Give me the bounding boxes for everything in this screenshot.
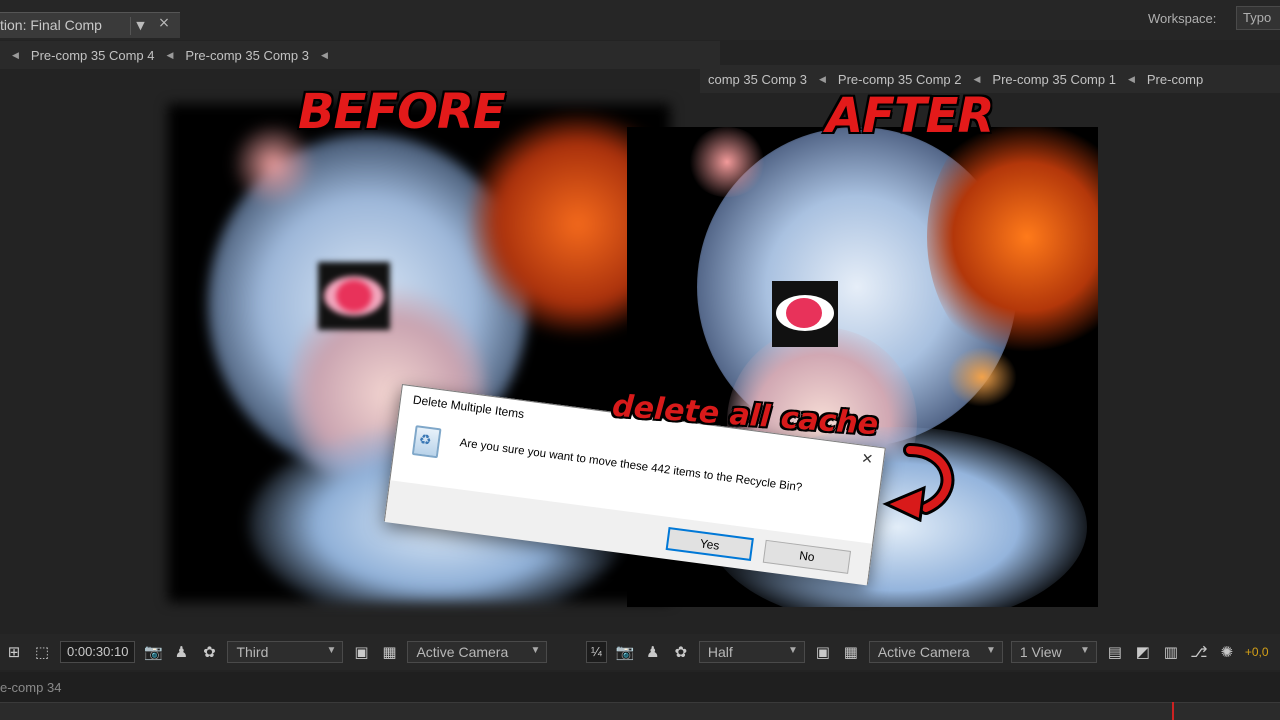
checkerboard-icon[interactable]: ▦ <box>840 641 862 663</box>
show-snapshot-icon[interactable]: ♟ <box>170 641 192 663</box>
after-label: AFTER <box>826 88 994 144</box>
chevron-down-icon: ▼ <box>530 645 541 656</box>
flowchart-icon[interactable]: ⎇ <box>1188 641 1210 663</box>
left-arrow-icon[interactable]: ◀ <box>973 74 980 85</box>
yes-button[interactable]: Yes <box>665 527 754 562</box>
view-layout-value: 1 View <box>1019 644 1062 660</box>
close-icon[interactable]: × <box>156 15 172 31</box>
transparency-grid-icon[interactable]: ⬚ <box>31 641 53 663</box>
chevron-down-icon: ▼ <box>326 645 337 656</box>
pixel-aspect-icon[interactable]: ▤ <box>1104 641 1126 663</box>
panel-tab-title: tion: Final Comp <box>0 17 102 33</box>
color-channel-icon[interactable]: ✿ <box>670 641 692 663</box>
view-layout-select[interactable]: 1 View ▼ <box>1010 641 1097 663</box>
dialog-message: Are you sure you want to move these 442 … <box>459 437 803 495</box>
breadcrumb-item[interactable]: Pre-comp 35 Comp 2 <box>838 72 962 87</box>
breadcrumb-item[interactable]: Pre-comp <box>1147 72 1203 87</box>
camera-snapshot-icon[interactable]: 📷 <box>614 641 636 663</box>
left-arrow-icon[interactable]: ◀ <box>819 74 826 85</box>
no-button[interactable]: No <box>762 539 852 574</box>
exposure-icon[interactable]: ✺ <box>1216 641 1238 663</box>
before-label: BEFORE <box>298 84 506 140</box>
eye-mark-after <box>772 281 838 347</box>
chevron-down-icon[interactable]: ▼ <box>130 17 150 35</box>
breadcrumb-item[interactable]: comp 35 Comp 3 <box>708 72 807 87</box>
timeline-tab[interactable]: e-comp 34 <box>0 680 61 695</box>
left-arrow-icon[interactable]: ◀ <box>1128 74 1135 85</box>
recycle-bin-icon <box>411 425 442 459</box>
left-arrow-icon[interactable]: ◀ <box>321 50 328 61</box>
breadcrumb-item[interactable]: Pre-comp 35 Comp 4 <box>31 48 155 63</box>
timeline-icon[interactable]: ▥ <box>1160 641 1182 663</box>
close-icon[interactable]: ✕ <box>860 450 875 468</box>
resolution-value: Half <box>707 644 733 660</box>
curved-arrow-icon <box>882 443 955 522</box>
resolution-value: Third <box>236 644 269 660</box>
chevron-down-icon: ▼ <box>1079 645 1090 656</box>
checkerboard-icon[interactable]: ▦ <box>378 641 400 663</box>
fast-preview-icon[interactable]: ▣ <box>350 641 372 663</box>
camera-select[interactable]: Active Camera ▼ <box>868 641 1003 663</box>
timeline-tab-bar: e-comp 34 <box>0 672 1280 702</box>
resolution-select[interactable]: Half ▼ <box>698 641 805 663</box>
exposure-value[interactable]: +0,0 <box>1245 645 1269 659</box>
viewer-toolbar-left: ⊞ ⬚ 0:00:30:10 📷 ♟ ✿ Third ▼ ▣ ▦ Active … <box>0 634 600 670</box>
camera-value: Active Camera <box>877 644 970 660</box>
chevron-down-icon: ▼ <box>985 645 996 656</box>
region-of-interest-icon[interactable]: ⊞ <box>3 641 25 663</box>
show-snapshot-icon[interactable]: ♟ <box>642 641 664 663</box>
composition-panel-tab[interactable]: tion: Final Comp ▼ × <box>0 12 180 38</box>
camera-select[interactable]: Active Camera ▼ <box>407 641 548 663</box>
top-bar: tion: Final Comp ▼ × Workspace: Typo <box>0 0 1280 40</box>
chevron-down-icon: ▼ <box>787 645 798 656</box>
camera-snapshot-icon[interactable]: 📷 <box>142 641 164 663</box>
breadcrumb-item[interactable]: Pre-comp 35 Comp 3 <box>185 48 309 63</box>
fast-previews-icon[interactable]: ◩ <box>1132 641 1154 663</box>
timeline-strip[interactable] <box>0 702 1280 720</box>
workspace-label: Workspace: <box>1148 11 1217 26</box>
left-arrow-icon[interactable]: ◀ <box>12 50 19 61</box>
eye-mark-before <box>318 262 390 330</box>
breadcrumb: ◀ Pre-comp 35 Comp 4 ◀ Pre-comp 35 Comp … <box>0 41 720 69</box>
timecode-field[interactable]: 0:00:30:10 <box>60 641 136 663</box>
fast-preview-icon[interactable]: ▣ <box>812 641 834 663</box>
viewer-toolbar-right: ¼ 📷 ♟ ✿ Half ▼ ▣ ▦ Active Camera ▼ 1 Vie… <box>582 634 1280 670</box>
camera-value: Active Camera <box>416 644 509 660</box>
workspace-select[interactable]: Typo <box>1236 6 1280 30</box>
left-arrow-icon[interactable]: ◀ <box>166 50 173 61</box>
zoom-ratio-field[interactable]: ¼ <box>586 641 607 663</box>
resolution-select[interactable]: Third ▼ <box>227 641 344 663</box>
color-channel-icon[interactable]: ✿ <box>198 641 220 663</box>
playhead-marker[interactable] <box>1172 702 1174 720</box>
breadcrumb-item[interactable]: Pre-comp 35 Comp 1 <box>992 72 1116 87</box>
